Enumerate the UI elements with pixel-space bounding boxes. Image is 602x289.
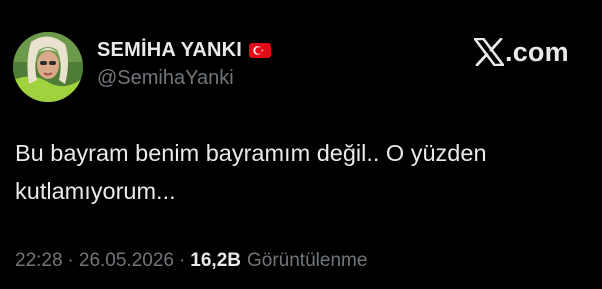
tweet-text-line: Bu bayram benim bayramım değil.. O yüzde… [15, 140, 487, 166]
x-logo-icon [474, 38, 504, 66]
tweet-meta: 22:28 · 26.05.2026 · 16,2B Görüntülenme [15, 250, 367, 272]
views-label: Görüntülenme [247, 250, 368, 271]
meta-separator: · [178, 250, 186, 271]
meta-separator: · [67, 250, 74, 271]
brand-domain-text: .com [505, 36, 569, 67]
views-count[interactable]: 16,2B [190, 250, 241, 272]
tweet-card: SEMİHA YANKI @SemihaYanki .com Bu bayram… [0, 0, 602, 289]
brand-watermark: .com [474, 34, 569, 70]
turkey-flag-icon [249, 42, 272, 58]
avatar[interactable] [13, 32, 83, 102]
tweet-time[interactable]: 22:28 [15, 250, 63, 272]
author-name-row[interactable]: SEMİHA YANKI [97, 38, 272, 62]
tweet-text: Bu bayram benim bayramım değil.. O yüzde… [15, 134, 585, 210]
author-display-name[interactable]: SEMİHA YANKI [97, 39, 242, 62]
author-handle[interactable]: @SemihaYanki [97, 67, 234, 90]
tweet-date[interactable]: 26.05.2026 [79, 250, 174, 272]
tweet-text-line: kutlamıyorum... [15, 178, 176, 204]
